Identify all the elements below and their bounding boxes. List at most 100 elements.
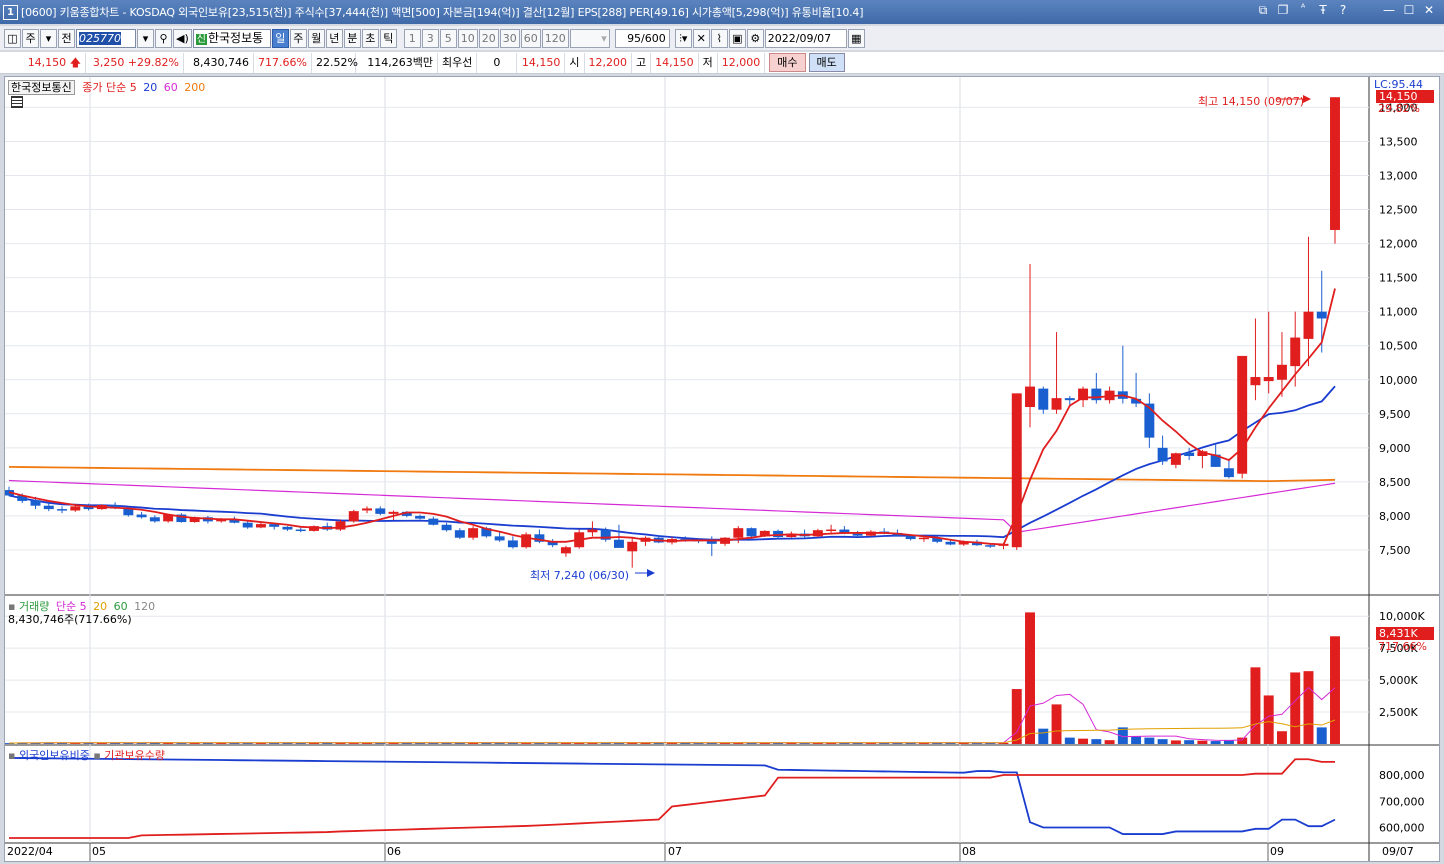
indicator-icon[interactable]: ⌇ — [710, 28, 728, 48]
volume-tick-label: 5,000K — [1379, 674, 1418, 687]
interval-3[interactable]: 3 — [421, 28, 439, 48]
grid-icon[interactable] — [11, 96, 23, 108]
copy-icon[interactable]: ❐ — [1276, 3, 1290, 18]
holding-tick-label: 800,000 — [1379, 769, 1425, 782]
candle-icon[interactable]: ⫶▾ — [674, 28, 692, 48]
candle-body — [1263, 377, 1274, 382]
price-tick-label: 12,000 — [1379, 238, 1418, 251]
candle-body — [494, 536, 505, 541]
holding-tick-label: 600,000 — [1379, 822, 1425, 835]
maximize-icon[interactable]: ☐ — [1402, 3, 1416, 18]
ma20-label: 20 — [143, 81, 158, 94]
prev-button[interactable]: 전 — [58, 28, 75, 48]
volume-bar — [1290, 672, 1301, 744]
close-icon[interactable]: ✕ — [1422, 3, 1436, 18]
volume-tick-label: 2,500K — [1379, 706, 1418, 719]
candle-body — [746, 528, 757, 537]
volume-bar — [1170, 740, 1181, 744]
vol-ma120: 120 — [134, 600, 156, 613]
minimize-icon[interactable]: — — [1382, 3, 1396, 18]
stock-name: 한국정보통 — [207, 30, 264, 45]
low-value: 12,000 — [718, 52, 766, 73]
candle-body — [149, 517, 160, 522]
volume-bar — [1210, 741, 1221, 744]
candle-body — [560, 547, 571, 554]
candle-body — [733, 528, 744, 538]
candle-body — [454, 530, 465, 538]
volume-bar — [1316, 727, 1327, 744]
current-price-pct: 29.82% — [1378, 102, 1420, 115]
interval-60[interactable]: 60 — [520, 28, 541, 48]
candle-body — [587, 529, 598, 533]
candle-body — [30, 500, 41, 506]
ma5-line — [8, 288, 1336, 546]
layout-icon[interactable]: ◫ — [4, 28, 21, 48]
volume-tag: 8,431K — [1376, 627, 1434, 640]
price-tick-label: 12,500 — [1379, 204, 1418, 217]
volume-bar — [1011, 689, 1022, 744]
speaker-icon[interactable]: ◀) — [173, 28, 192, 48]
period-week[interactable]: 주 — [289, 28, 307, 48]
count-field[interactable]: 95/600 — [614, 28, 670, 48]
interval-30[interactable]: 30 — [499, 28, 520, 48]
period-minute[interactable]: 분 — [343, 28, 361, 48]
interval-10[interactable]: 10 — [457, 28, 478, 48]
period-month[interactable]: 월 — [307, 28, 325, 48]
link-icon[interactable]: ⧉ — [1256, 3, 1270, 18]
code-dropdown-icon[interactable]: ▾ — [137, 28, 154, 48]
turnover-ratio: 22.52% — [312, 52, 358, 73]
font-down-icon[interactable]: ᴬ — [1296, 3, 1310, 18]
gear-icon[interactable]: ⚙ — [746, 28, 764, 48]
interval-custom[interactable]: ▾ — [569, 28, 610, 48]
interval-1[interactable]: 1 — [403, 28, 421, 48]
volume-bar — [1237, 737, 1248, 744]
crosshair-icon[interactable]: ✕ — [692, 28, 710, 48]
period-year[interactable]: 년 — [325, 28, 343, 48]
chart-area[interactable]: 14,000 13,500 13,000 12,500 12,000 11,500 11,0… — [4, 76, 1440, 862]
candle-body — [1038, 388, 1049, 410]
date-field[interactable]: 2022/09/07 — [764, 28, 847, 48]
candle-body — [945, 541, 956, 545]
font-icon[interactable]: Ŧ — [1316, 3, 1330, 18]
buy-button[interactable]: 매수 — [769, 53, 806, 72]
stock-code-input[interactable]: 025770 — [76, 28, 136, 48]
candle-body — [362, 508, 372, 511]
calendar-icon[interactable]: ▦ — [847, 28, 865, 48]
price-tick-label: 11,500 — [1379, 272, 1418, 285]
pref-label: 최우선 — [438, 52, 478, 73]
period-day[interactable]: 일 — [271, 28, 289, 48]
volume-bar — [1104, 740, 1115, 744]
price-legend: 한국정보통신 종가 단순 5 20 60 200 — [8, 79, 205, 95]
interval-120[interactable]: 120 — [541, 28, 569, 48]
period-tick[interactable]: 틱 — [379, 28, 397, 48]
candle-body — [70, 506, 81, 511]
sell-button[interactable]: 매도 — [808, 53, 845, 72]
period-second[interactable]: 초 — [361, 28, 379, 48]
interval-20[interactable]: 20 — [478, 28, 499, 48]
volume-info: 8,430,746주(717.66%) — [8, 613, 132, 626]
period-select[interactable]: 주 — [22, 28, 39, 48]
chart-svg[interactable]: 14,00013,50013,00012,50012,00011,50011,0… — [5, 77, 1439, 861]
volume-pct: 717.66% — [1378, 640, 1427, 653]
holding-legend: ▪ 외국인보유비중 ▪ 기관보유수량 — [8, 749, 166, 762]
new-badge: 신 — [195, 33, 207, 45]
volume-bar — [1303, 671, 1314, 744]
volume-bar — [1144, 737, 1155, 744]
high-value: 14,150 — [651, 52, 699, 73]
inst-label: 기관보유수량 — [104, 749, 166, 762]
volume-bar — [1276, 731, 1287, 744]
candle-body — [468, 528, 479, 538]
price-tick-label: 8,500 — [1379, 476, 1411, 489]
help-icon[interactable]: ? — [1336, 3, 1350, 18]
foreign-label: 외국인보유비중 — [18, 749, 90, 762]
stock-name-field[interactable]: 신 한국정보통 — [192, 28, 271, 48]
save-icon[interactable]: ▣ — [728, 28, 746, 48]
volume-bar — [1051, 704, 1062, 744]
foreign-ratio-line — [8, 757, 1336, 835]
candle-body — [255, 524, 266, 528]
search-icon[interactable]: ⚲ — [155, 28, 172, 48]
open-label: 시 — [565, 52, 585, 73]
pref-value: 0 — [477, 52, 518, 73]
chevron-down-icon[interactable]: ▾ — [40, 28, 57, 48]
interval-5[interactable]: 5 — [439, 28, 457, 48]
